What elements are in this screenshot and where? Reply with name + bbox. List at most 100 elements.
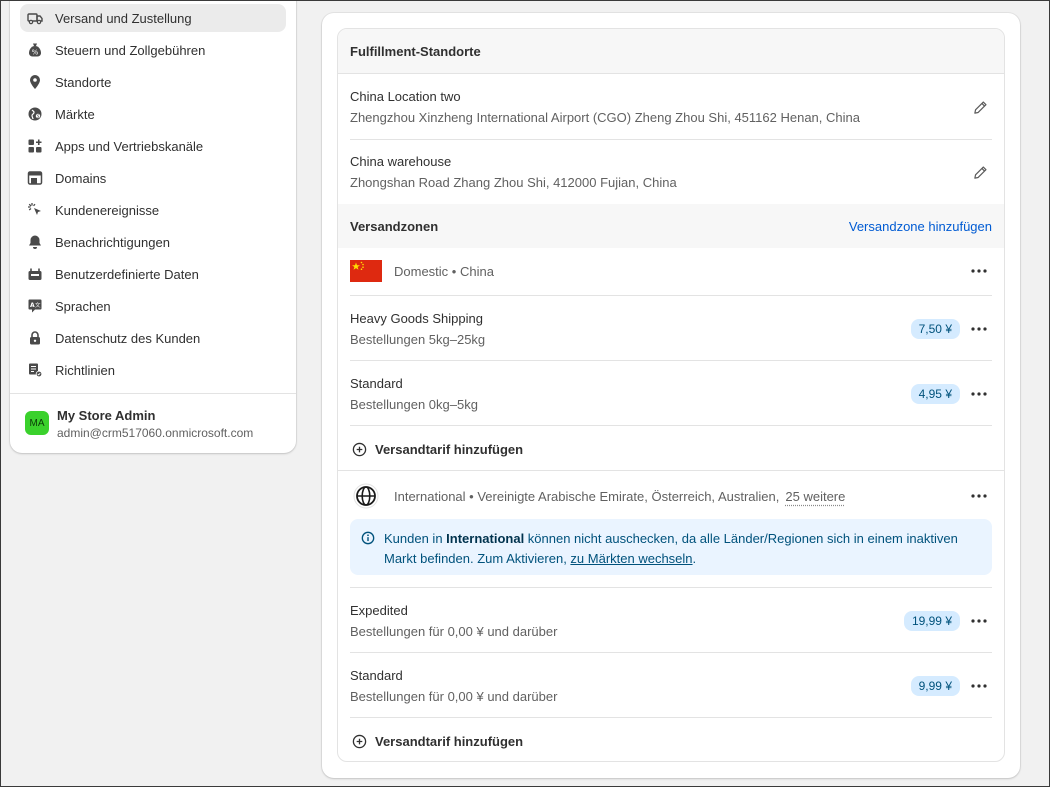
domain-icon [27,170,43,186]
fulfillment-header: Fulfillment-Standorte [338,29,1004,74]
settings-nav: Versand und Zustellung % Steuern und Zol… [20,4,286,388]
more-actions-icon[interactable] [968,611,990,631]
sidebar-item-label: Richtlinien [55,362,115,378]
location-row: China Location two Zhengzhou Xinzheng In… [350,89,992,129]
cursor-click-icon [27,202,43,218]
sidebar-item-sprachen[interactable]: A文 Sprachen [20,292,286,320]
more-actions-icon[interactable] [968,384,990,404]
sidebar-item-label: Sprachen [55,298,111,314]
divider [350,587,992,588]
user-email: admin@crm517060.onmicrosoft.com [57,426,254,440]
sidebar-item-kundenereignisse[interactable]: Kundenereignisse [20,196,286,224]
user-account[interactable]: MA My Store Admin admin@crm517060.onmicr… [25,408,253,440]
lock-icon [27,330,43,346]
sidebar-item-steuern[interactable]: % Steuern und Zollgebühren [20,36,286,64]
more-actions-icon[interactable] [968,486,990,506]
add-rate-label: Versandtarif hinzufügen [375,441,524,457]
markets-link[interactable]: zu Märkten wechseln [570,551,692,566]
rate-condition: Bestellungen für 0,00 ¥ und darüber [350,689,558,704]
svg-text:$: $ [37,114,40,120]
more-countries-link[interactable]: 25 weitere [785,489,845,504]
sidebar-item-maerkte[interactable]: $ Märkte [20,100,286,128]
rate-row: Expedited Bestellungen für 0,00 ¥ und da… [350,603,992,643]
sidebar-divider [10,393,296,394]
database-icon [27,266,43,282]
shipping-inner-panel: Fulfillment-Standorte China Location two… [337,28,1005,762]
location-row: China warehouse Zhongshan Road Zhang Zho… [350,154,992,194]
rate-condition: Bestellungen 5kg–25kg [350,332,486,347]
zones-header: Versandzonen Versandzone hinzufügen [338,204,1004,248]
svg-text:%: % [32,49,39,57]
fulfillment-title: Fulfillment-Standorte [350,43,481,59]
banner-text-pre: Kunden in [384,531,447,546]
sidebar-item-label: Benachrichtigungen [55,234,170,250]
zone-label: Domestic • China [394,263,494,279]
rate-row: Standard Bestellungen 0kg–5kg 4,95 ¥ [350,376,992,416]
rate-row: Standard Bestellungen für 0,00 ¥ und dar… [350,668,992,708]
sidebar-item-domains[interactable]: Domains [20,164,286,192]
user-name: My Store Admin [57,408,156,423]
sidebar-item-label: Standorte [55,74,112,90]
sidebar-item-label: Steuern und Zollgebühren [55,42,206,58]
svg-text:文: 文 [35,301,41,309]
rate-row: Heavy Goods Shipping Bestellungen 5kg–25… [350,311,992,351]
shipping-card: Fulfillment-Standorte China Location two… [322,13,1020,778]
bell-icon [27,234,43,250]
globe-icon [350,483,382,509]
sidebar-item-apps[interactable]: Apps und Vertriebskanäle [20,132,286,160]
add-zone-link[interactable]: Versandzone hinzufügen [849,219,992,234]
settings-sidebar: Versand und Zustellung % Steuern und Zol… [10,0,296,453]
globe-market-icon: $ [27,106,43,122]
sidebar-item-label: Versand und Zustellung [55,10,192,26]
sidebar-item-label: Domains [55,170,107,186]
rate-name: Standard [350,376,403,391]
edit-pencil-icon[interactable] [970,97,990,117]
rate-condition: Bestellungen 0kg–5kg [350,397,478,412]
sidebar-item-standorte[interactable]: Standorte [20,68,286,96]
zones-title: Versandzonen [350,218,439,234]
divider [350,652,992,653]
divider [350,425,992,426]
sidebar-item-benachrichtigungen[interactable]: Benachrichtigungen [20,228,286,256]
avatar: MA [25,411,49,435]
china-flag-icon [350,260,382,282]
add-rate-label: Versandtarif hinzufügen [375,733,524,749]
add-rate-button[interactable]: Versandtarif hinzufügen [350,731,992,751]
location-name: China Location two [350,89,461,104]
more-actions-icon[interactable] [968,676,990,696]
truck-icon [27,10,43,26]
rate-price-badge: 9,99 ¥ [910,676,960,696]
zone-row-domestic: Domestic • China [350,259,992,283]
divider [350,360,992,361]
location-name: China warehouse [350,154,452,169]
info-icon [361,531,375,551]
rate-price-badge: 7,50 ¥ [910,319,960,339]
sidebar-item-label: Apps und Vertriebskanäle [55,138,204,154]
sidebar-item-datenschutz[interactable]: Datenschutz des Kunden [20,324,286,352]
zone-label: International • Vereinigte Arabische Emi… [394,488,780,504]
divider [350,139,992,140]
sidebar-item-benutzerdefinierte-daten[interactable]: Benutzerdefinierte Daten [20,260,286,288]
rate-price-badge: 19,99 ¥ [903,611,960,631]
rate-name: Standard [350,668,403,683]
location-pin-icon [27,74,43,90]
plus-circle-icon [352,734,367,749]
banner-text-post: . [692,551,697,566]
inactive-market-banner: Kunden in International können nicht aus… [350,519,992,575]
more-actions-icon[interactable] [968,261,990,281]
zone-row-international: International • Vereinigte Arabische Emi… [350,483,992,509]
sidebar-item-label: Märkte [55,106,95,122]
zone-divider [338,470,1004,471]
edit-pencil-icon[interactable] [970,162,990,182]
location-address: Zhongshan Road Zhang Zhou Shi, 412000 Fu… [350,175,677,190]
sidebar-item-richtlinien[interactable]: Richtlinien [20,356,286,384]
rate-name: Expedited [350,603,408,618]
translate-icon: A文 [27,298,43,314]
banner-text-bold: International [446,531,525,546]
rate-name: Heavy Goods Shipping [350,311,483,326]
more-actions-icon[interactable] [968,319,990,339]
sidebar-item-label: Datenschutz des Kunden [55,330,201,346]
sidebar-item-versand[interactable]: Versand und Zustellung [20,4,286,32]
divider [350,717,992,718]
add-rate-button[interactable]: Versandtarif hinzufügen [350,439,992,459]
